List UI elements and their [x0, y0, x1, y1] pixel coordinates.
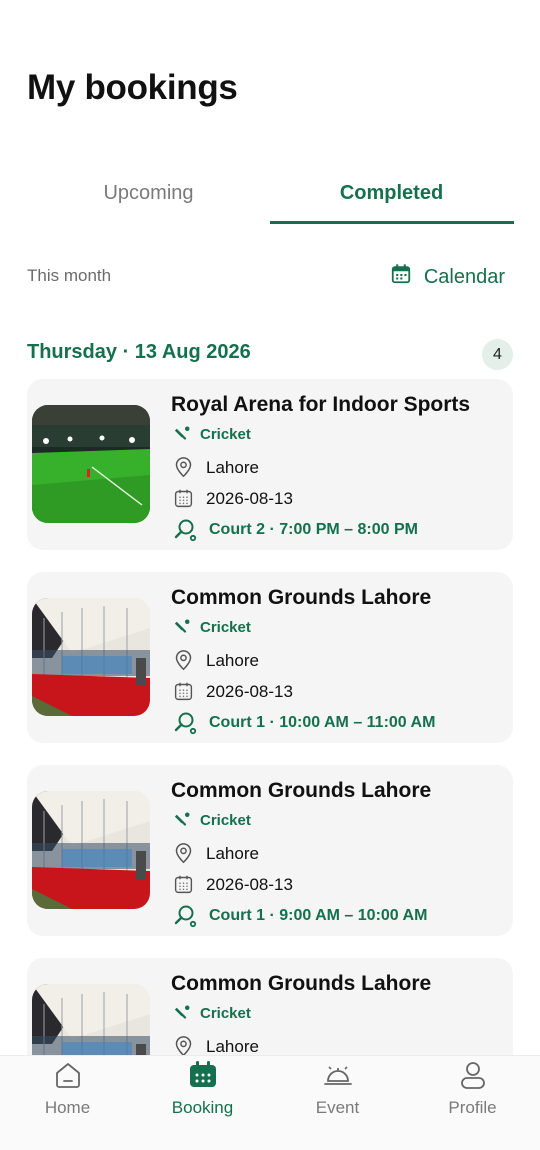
sport-tag: Cricket [173, 425, 251, 443]
court-slot-text: Court 2 · 7:00 PM – 8:00 PM [209, 521, 418, 538]
calendar-button[interactable]: Calendar [390, 262, 505, 292]
nav-profile[interactable]: Profile [405, 1056, 540, 1150]
tab-upcoming[interactable]: Upcoming [27, 170, 270, 224]
tab-completed[interactable]: Completed [270, 170, 513, 224]
nav-label: Event [315, 1098, 360, 1117]
location-text: Lahore [206, 457, 259, 477]
date-row: 2026-08-13 [173, 874, 293, 895]
filter-label[interactable]: This month [27, 266, 111, 286]
cricket-icon [173, 1004, 191, 1022]
location-text: Lahore [206, 650, 259, 670]
racket-icon [173, 904, 197, 928]
map-pin-icon [173, 1036, 194, 1057]
venue-name: Common Grounds Lahore [171, 779, 432, 802]
active-tab-indicator [270, 221, 514, 224]
date-row: 2026-08-13 [173, 488, 293, 509]
venue-image [32, 791, 150, 909]
nav-label: Booking [171, 1098, 234, 1117]
map-pin-icon [173, 650, 194, 671]
location-row: Lahore [173, 457, 259, 478]
home-icon [52, 1059, 84, 1091]
calendar-icon [173, 681, 194, 702]
cricket-icon [173, 811, 191, 829]
court-slot-text: Court 1 · 9:00 AM – 10:00 AM [209, 907, 428, 924]
sport-tag: Cricket [173, 1004, 251, 1022]
nav-event[interactable]: Event [270, 1056, 405, 1150]
location-text: Lahore [206, 843, 259, 863]
calendar-icon [173, 488, 194, 509]
map-pin-icon [173, 457, 194, 478]
date-text: 2026-08-13 [206, 874, 293, 894]
calendar-icon [187, 1059, 219, 1091]
court-slot-text: Court 1 · 10:00 AM – 11:00 AM [209, 714, 436, 731]
location-row: Lahore [173, 650, 259, 671]
nav-booking[interactable]: Booking [135, 1056, 270, 1150]
sport-label: Cricket [200, 1004, 251, 1022]
date-text: 2026-08-13 [206, 681, 293, 701]
cricket-icon [173, 425, 191, 443]
nav-home[interactable]: Home [0, 1056, 135, 1150]
calendar-icon [390, 263, 412, 291]
location-row: Lahore [173, 1036, 259, 1057]
court-slot-row: Court 2 · 7:00 PM – 8:00 PM [173, 518, 418, 542]
court-slot-row: Court 1 · 10:00 AM – 11:00 AM [173, 711, 435, 735]
booking-card[interactable]: Common Grounds Lahore Cricket Lahore 202… [27, 572, 513, 743]
sport-label: Cricket [200, 811, 251, 829]
bottom-nav: Home Booking Event Profile [0, 1055, 540, 1150]
calendar-icon [173, 874, 194, 895]
user-icon [457, 1059, 489, 1091]
racket-icon [173, 518, 197, 542]
cloche-icon [322, 1059, 354, 1091]
venue-name: Common Grounds Lahore [171, 586, 432, 609]
venue-image [32, 598, 150, 716]
date-row: 2026-08-13 [173, 681, 293, 702]
venue-name: Royal Arena for Indoor Sports [171, 393, 471, 416]
sport-tag: Cricket [173, 618, 251, 636]
map-pin-icon [173, 843, 194, 864]
nav-label: Home [44, 1098, 91, 1117]
location-text: Lahore [206, 1036, 259, 1056]
booking-count-badge: 4 [482, 339, 513, 370]
venue-image [32, 405, 150, 523]
booking-tabs: Upcoming Completed [27, 170, 514, 224]
sport-tag: Cricket [173, 811, 251, 829]
venue-name: Common Grounds Lahore [171, 972, 432, 995]
sport-label: Cricket [200, 425, 251, 443]
filter-row: This month Calendar [27, 262, 505, 292]
racket-icon [173, 711, 197, 735]
date-text: 2026-08-13 [206, 488, 293, 508]
cricket-icon [173, 618, 191, 636]
location-row: Lahore [173, 843, 259, 864]
calendar-label: Calendar [423, 265, 505, 288]
booking-card[interactable]: Royal Arena for Indoor Sports Cricket La… [27, 379, 513, 550]
nav-label: Profile [448, 1098, 497, 1117]
page-title: My bookings [27, 68, 238, 107]
booking-card[interactable]: Common Grounds Lahore Cricket Lahore 202… [27, 765, 513, 936]
sport-label: Cricket [200, 618, 251, 636]
group-date-header: Thursday · 13 Aug 2026 [27, 341, 251, 363]
court-slot-row: Court 1 · 9:00 AM – 10:00 AM [173, 904, 427, 928]
